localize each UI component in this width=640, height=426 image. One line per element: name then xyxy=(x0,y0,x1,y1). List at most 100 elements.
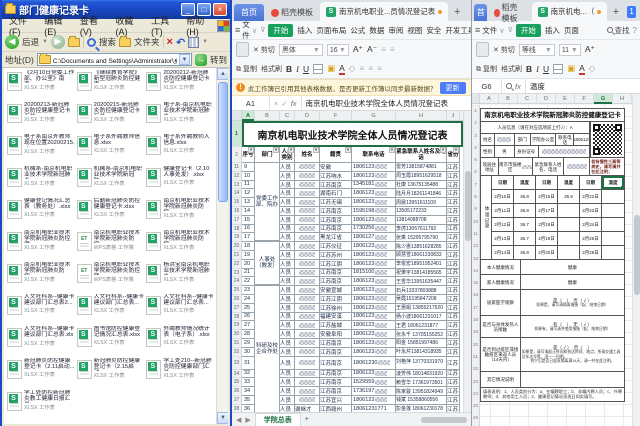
cell[interactable]: 1806123 xyxy=(352,251,396,260)
cell[interactable]: 1806123 xyxy=(352,242,396,251)
cell[interactable] xyxy=(295,387,320,396)
row-number[interactable]: 16 xyxy=(472,289,479,301)
address-input[interactable]: C:\Documents and Settings\Administrator\… xyxy=(37,53,192,66)
scrollbar-thumb[interactable] xyxy=(634,215,640,295)
cell[interactable]: 18061230 xyxy=(352,357,396,370)
cell[interactable]: 江苏 xyxy=(447,198,460,207)
cell[interactable] xyxy=(255,198,280,207)
row-number[interactable]: 24 xyxy=(472,388,479,400)
table-row[interactable]: 11人员江苏南京1345181杜康 13675135488江苏 xyxy=(242,181,463,190)
row-number[interactable]: 7 xyxy=(472,179,479,191)
row-number[interactable]: 12 xyxy=(232,172,241,181)
row-number[interactable]: 17 xyxy=(472,302,479,314)
tab-docer[interactable]: 稻壳模板 xyxy=(266,4,318,21)
cell[interactable]: 江苏南京 xyxy=(320,357,352,370)
row-number[interactable]: 17 xyxy=(232,216,241,225)
row-number[interactable]: 30 xyxy=(232,330,241,339)
file-item[interactable]: 健康登记卡（2.10人事处发）.xlsxXLSX 工作表 xyxy=(146,166,214,198)
temp-cell[interactable]: 36.8 xyxy=(514,190,536,203)
sheet-nav-left-icon[interactable]: ◀ xyxy=(236,416,241,424)
cell[interactable]: 安徽 xyxy=(320,163,352,172)
header-cell[interactable]: 省份▼ xyxy=(447,147,460,163)
file-item[interactable]: 20200213-新冠肺炎防控健康登记卡汇总...XLSX 工作表 xyxy=(7,102,75,134)
cell[interactable]: 祝秉宇13814185565 xyxy=(396,269,447,278)
folders-label[interactable]: 文件夹 xyxy=(134,36,160,48)
cell[interactable] xyxy=(255,225,280,234)
temp-cell[interactable]: 2月23日 xyxy=(580,204,602,217)
cell[interactable] xyxy=(255,216,280,225)
row-number[interactable]: 8 xyxy=(472,191,479,203)
cell[interactable]: 江苏 xyxy=(447,269,460,278)
menu-公式[interactable]: 公式 xyxy=(350,25,365,36)
zoom-icon[interactable] xyxy=(506,83,512,89)
table-row[interactable]: 15人员江苏南京180612313814088708江苏 xyxy=(242,216,463,225)
menu-视图[interactable]: 视图 xyxy=(407,25,422,36)
column-letter-H[interactable]: H xyxy=(613,94,632,104)
cell[interactable] xyxy=(295,163,320,172)
go-label[interactable]: 转到 xyxy=(210,54,227,66)
cell[interactable]: 15 xyxy=(242,216,255,225)
cell[interactable] xyxy=(295,357,320,370)
temp-cell[interactable]: 36.8 xyxy=(514,204,536,217)
file-item[interactable]: 机械系-南京机电职业技术学院新冠肺...XLSX 工作表 xyxy=(77,166,145,198)
borders-icon[interactable] xyxy=(313,64,323,74)
select-all-corner[interactable] xyxy=(472,94,480,103)
temp-cell[interactable]: 2月24日 xyxy=(580,218,602,231)
table-row[interactable]: 36人员谢继才江西赣州18061231771彭金莲 18061230178江苏 xyxy=(242,405,463,412)
bold-button[interactable]: B xyxy=(526,64,532,74)
file-item[interactable]: 后勤新冠肺炎防控健康登记卡.xlsxXLSX 工作表 xyxy=(77,198,145,230)
file-item[interactable]: 人文社科系--健康卡建议部门汇总表2...XLSX 工作表 xyxy=(7,294,75,326)
cell[interactable]: 江苏 xyxy=(447,181,460,190)
cell[interactable]: 江苏南京 xyxy=(320,339,352,348)
cell[interactable]: 人员 xyxy=(280,295,295,304)
row-number[interactable]: 1 xyxy=(472,105,479,117)
help-icon[interactable]: ? xyxy=(633,26,637,35)
font-color-icon[interactable]: A xyxy=(579,63,585,75)
cell[interactable]: 江苏南京 xyxy=(320,348,352,357)
cell[interactable] xyxy=(255,207,280,216)
cell[interactable]: 1806127 xyxy=(352,233,396,242)
cell[interactable]: 江苏南京 xyxy=(320,207,352,216)
cell[interactable] xyxy=(295,242,320,251)
row-number[interactable]: 22 xyxy=(472,363,479,375)
row-headers[interactable]: 1211121314151617181920212223242526272829… xyxy=(232,121,242,412)
file-item[interactable]: 《继续教育学院》新型冠肺炎防控健康...XLSX 工作表 xyxy=(77,70,145,102)
temp-cell[interactable]: 36.8 xyxy=(514,246,536,259)
cell[interactable]: 10 xyxy=(242,172,255,181)
table-row[interactable]: 35人员江苏宜兴1806123钱斌 15358860556江苏 xyxy=(242,396,463,405)
cell[interactable]: 21 xyxy=(242,269,255,278)
sheet-area[interactable]: 南京机电职业技术学院新冠肺炎防控健康登记卡人员信息（请在对应选项前上打√）：A姓… xyxy=(472,105,640,426)
cell[interactable] xyxy=(255,295,280,304)
formula-value[interactable]: 温度 xyxy=(526,81,549,92)
column-letter-F[interactable]: F xyxy=(575,94,594,104)
back-dropdown-icon[interactable]: ▼ xyxy=(42,39,48,45)
file-item[interactable]: 健康登记情况汇总表（教务处）.xlsxXLSX 工作表 xyxy=(7,198,75,230)
cell[interactable]: 周玉霞18951629518 xyxy=(396,172,447,181)
cell[interactable]: 江苏 xyxy=(447,396,460,405)
cell[interactable]: 人员 xyxy=(280,181,295,190)
font-size-select[interactable]: 16▼ xyxy=(327,44,349,56)
cell[interactable] xyxy=(255,370,280,379)
cell[interactable]: 17 xyxy=(242,233,255,242)
cell[interactable]: 1806123 xyxy=(352,216,396,225)
cell[interactable]: 江苏南京 xyxy=(320,225,352,234)
undo-icon[interactable]: ↶ xyxy=(176,36,185,49)
cell[interactable]: 20 xyxy=(242,260,255,269)
cell[interactable] xyxy=(295,181,320,190)
cell[interactable]: 江苏 xyxy=(447,207,460,216)
cell[interactable] xyxy=(255,357,280,370)
cell[interactable]: 人员 xyxy=(280,405,295,412)
row-number[interactable]: 22 xyxy=(232,260,241,269)
cell[interactable]: 9 xyxy=(242,163,255,172)
q3-label[interactable]: 是否到过疫区或接触疫区来返人员（14天内） xyxy=(481,338,521,371)
file-item[interactable]: 杨洪宝南京机电职业技术学院新冠肺炎...XLSX 工作表 xyxy=(146,262,214,294)
cell[interactable]: 江苏仪征 xyxy=(320,242,352,251)
row-number[interactable]: 15 xyxy=(472,277,479,289)
row-number[interactable]: 4 xyxy=(472,142,479,154)
go-icon[interactable]: → xyxy=(195,54,207,66)
table-row[interactable]: 21人员江苏南京1815100祝秉宇13814185565江苏 xyxy=(242,269,463,278)
vertical-scrollbar[interactable] xyxy=(632,95,640,426)
cell[interactable]: 36 xyxy=(242,405,255,412)
row-number[interactable]: 10 xyxy=(472,216,479,228)
cell[interactable]: 1815100 xyxy=(352,269,396,278)
